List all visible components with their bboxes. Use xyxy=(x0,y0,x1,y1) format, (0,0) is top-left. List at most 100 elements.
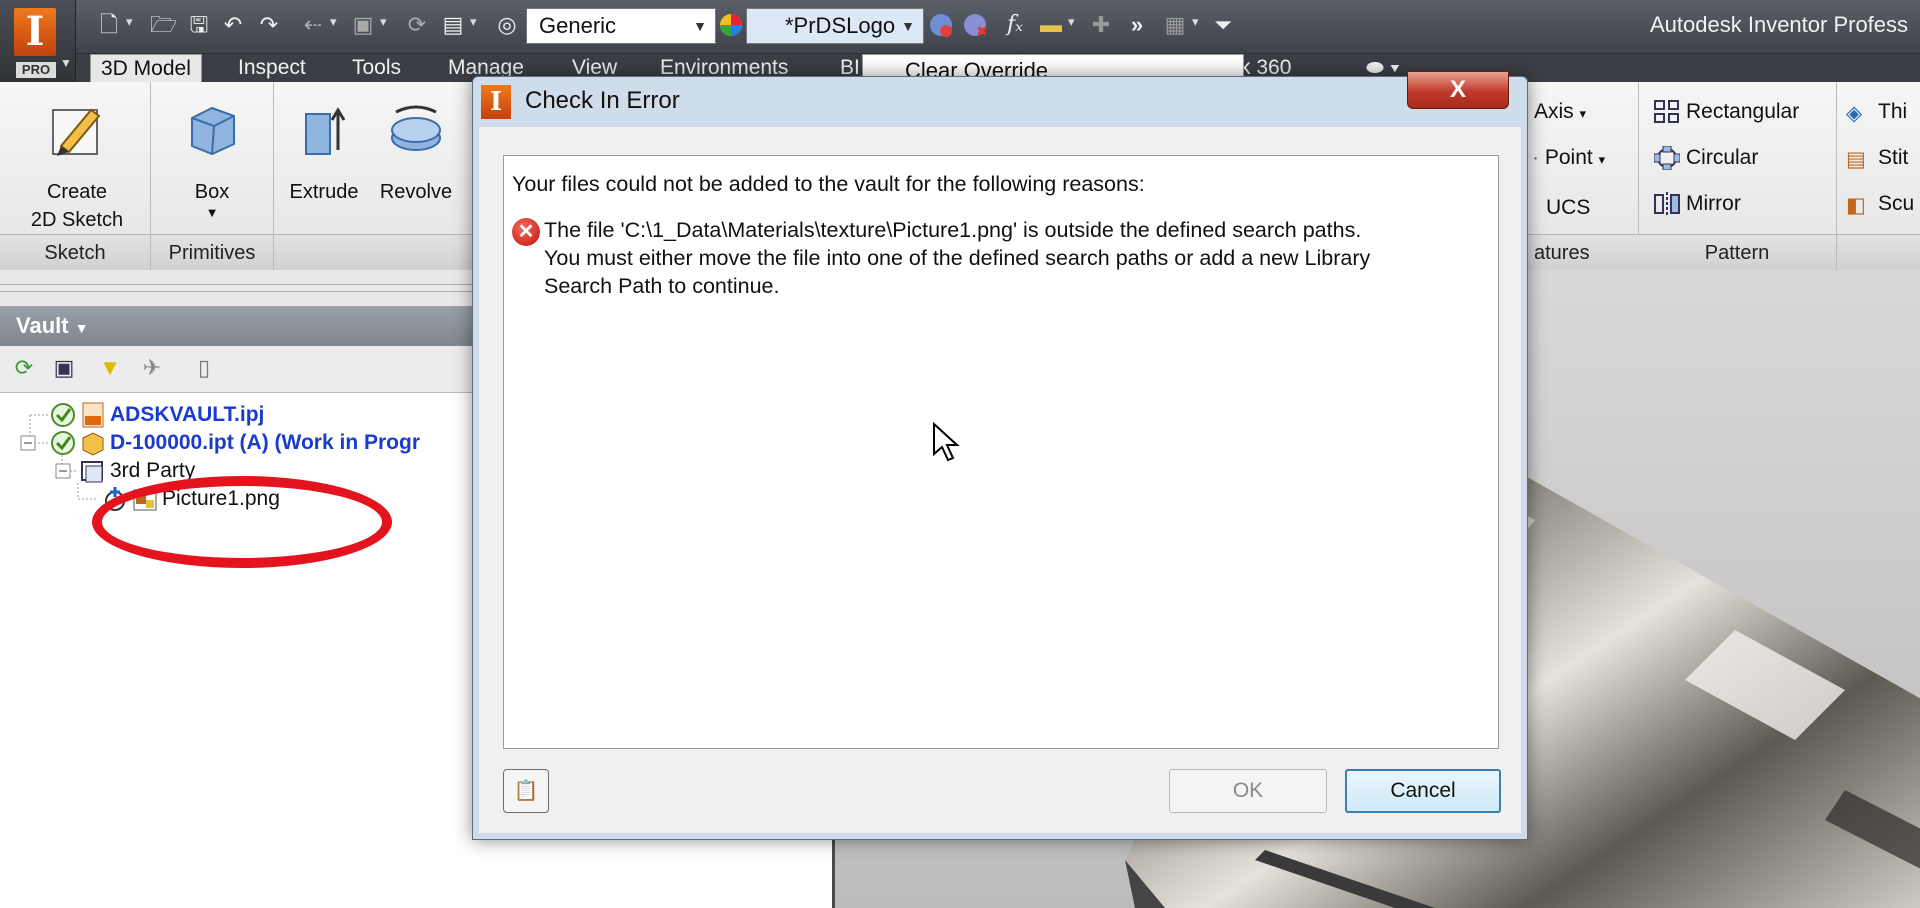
more-icon[interactable]: ⏷ xyxy=(1210,12,1236,38)
revolve-icon xyxy=(391,105,441,151)
chevron-down-icon: ▼ xyxy=(901,18,915,34)
tab-inspect[interactable]: Inspect xyxy=(238,54,306,82)
tree-item-label: 3rd Party xyxy=(110,459,196,482)
select-icon[interactable]: ⇠ xyxy=(300,12,326,38)
ucs-button[interactable]: UCS xyxy=(1546,194,1590,222)
next-icon[interactable]: » xyxy=(1124,12,1150,38)
create-2d-sketch-button[interactable]: Create 2D Sketch xyxy=(14,100,140,234)
grid-icon[interactable]: ▦ xyxy=(1162,12,1188,38)
vault-header-label: Vault xyxy=(16,313,69,338)
app-title: Autodesk Inventor Profess xyxy=(1650,12,1909,37)
error-message-line: Search Path to continue. xyxy=(544,274,780,298)
circular-pattern-button[interactable]: Circular xyxy=(1654,144,1758,172)
save-icon[interactable]: 🖫 xyxy=(186,12,212,38)
tab-3d-model[interactable]: 3D Model xyxy=(90,54,202,82)
return-icon[interactable]: ▣ xyxy=(350,12,376,38)
chevron-down-icon[interactable]: ▾ xyxy=(470,14,477,30)
appearance-dropdown[interactable]: *PrDSLogo ▼ xyxy=(746,8,924,44)
chevron-down-icon: ▼ xyxy=(693,18,707,34)
chevron-down-icon[interactable]: ▾ xyxy=(380,14,387,30)
extrude-label: Extrude xyxy=(289,181,359,203)
tree-item-project[interactable]: ADSKVAULT.ipj xyxy=(50,401,264,429)
stitch-icon: ▤ xyxy=(1846,148,1866,172)
sketch-label-line1: Create xyxy=(46,181,108,203)
clipboard-icon: 📋 xyxy=(513,780,539,802)
copy-to-clipboard-button[interactable]: 📋 xyxy=(503,769,549,813)
chevron-down-icon[interactable]: ▾ xyxy=(1192,14,1199,30)
appearance-color-icon[interactable] xyxy=(718,12,744,38)
cancel-button[interactable]: Cancel xyxy=(1345,769,1501,813)
point-button[interactable]: · Point ▾ xyxy=(1532,144,1605,174)
dialog-title-bar[interactable]: I Check In Error X xyxy=(473,71,1527,127)
stitch-button[interactable]: ▤ Stit xyxy=(1846,144,1908,172)
sculpt-icon: ◧ xyxy=(1846,194,1866,218)
dialog-body: Your files could not be added to the vau… xyxy=(479,127,1521,833)
sculpt-button[interactable]: ◧ Scu xyxy=(1846,190,1914,218)
ucs-label: UCS xyxy=(1546,196,1591,219)
close-button[interactable]: X xyxy=(1407,71,1509,109)
chevron-down-icon[interactable]: ▾ xyxy=(330,14,337,30)
new-file-icon[interactable]: 🗋 xyxy=(96,12,122,38)
chevron-down-icon: ▼ xyxy=(74,320,89,336)
revolve-button[interactable]: Revolve xyxy=(368,100,464,206)
group-pattern-label: Pattern xyxy=(1638,234,1836,270)
extrude-icon xyxy=(305,107,346,155)
sculpt-label: Scu xyxy=(1878,192,1915,215)
update-icon[interactable]: ⟳ xyxy=(404,12,430,38)
material-dropdown[interactable]: Generic ▼ xyxy=(526,8,716,44)
redo-icon[interactable]: ↷ xyxy=(256,12,282,38)
undo-icon[interactable]: ↶ xyxy=(220,12,246,38)
stitch-label: Stit xyxy=(1878,146,1909,169)
rectangular-pattern-button[interactable]: Rectangular xyxy=(1654,98,1799,126)
thicken-button[interactable]: ◈ Thi xyxy=(1846,98,1907,126)
vault-status-check-icon xyxy=(51,403,75,428)
ok-button[interactable]: OK xyxy=(1169,769,1327,813)
inventor-app-icon: I xyxy=(481,85,511,119)
mirror-icon xyxy=(1654,192,1680,217)
pro-badge: PRO xyxy=(16,62,56,78)
sketch-label-line2: 2D Sketch xyxy=(30,209,124,231)
tree-item-part[interactable]: D-100000.ipt (A) (Work in Progr xyxy=(50,429,420,457)
box-label: Box xyxy=(194,181,230,203)
error-icon: ✕ xyxy=(512,218,540,246)
mirror-label: Mirror xyxy=(1686,192,1741,215)
bind-icon[interactable]: ✈ xyxy=(138,354,166,382)
tree-item-label: ADSKVAULT.ipj xyxy=(110,403,265,426)
chevron-down-icon: ▼ xyxy=(205,205,219,220)
chevron-down-icon[interactable]: ▾ xyxy=(126,14,133,30)
fx-icon[interactable]: fₓ xyxy=(1002,12,1028,38)
svg-text:✖: ✖ xyxy=(976,24,988,38)
clear-appearance-icon[interactable]: ✖ xyxy=(962,12,988,40)
open-icon[interactable]: 🗁 xyxy=(150,12,177,38)
project-icon[interactable]: ▤ xyxy=(440,12,466,38)
adjust-appearance-icon[interactable] xyxy=(928,12,954,38)
refresh-icon[interactable]: ⟳ xyxy=(10,354,38,382)
error-message-line: The file 'C:\1_Data\Materials\texture\Pi… xyxy=(544,218,1362,242)
mouse-cursor-icon xyxy=(933,422,960,462)
application-menu-button[interactable]: I PRO ▼ xyxy=(0,0,76,82)
check-in-icon[interactable]: ▣ xyxy=(50,354,78,382)
chevron-down-icon: ▾ xyxy=(1598,152,1606,167)
close-icon: X xyxy=(1449,76,1466,103)
chevron-down-icon[interactable]: ▾ xyxy=(1068,14,1075,30)
tab-tools[interactable]: Tools xyxy=(352,54,401,82)
chevron-down-icon: ▼ xyxy=(60,56,72,70)
cross-icon[interactable]: ✚ xyxy=(1088,12,1114,38)
group-sketch-label: Sketch xyxy=(0,234,150,270)
measure-icon[interactable]: ▬ xyxy=(1038,12,1064,38)
properties-icon[interactable]: ▯ xyxy=(190,354,218,382)
chevron-down-icon: ▾ xyxy=(1579,106,1587,121)
message-heading: Your files could not be added to the vau… xyxy=(512,172,1145,196)
mirror-button[interactable]: Mirror xyxy=(1654,190,1741,218)
dialog-title: Check In Error xyxy=(525,87,680,114)
axis-button[interactable]: Axis ▾ xyxy=(1534,98,1586,128)
material-icon[interactable]: ◎ xyxy=(494,12,520,38)
circular-pattern-icon xyxy=(1654,146,1680,171)
thicken-icon: ◈ xyxy=(1846,102,1863,126)
rectangular-label: Rectangular xyxy=(1686,100,1800,123)
box-primitive-button[interactable]: Box ▼ xyxy=(170,100,254,220)
message-box: Your files could not be added to the vau… xyxy=(503,155,1499,749)
revolve-label: Revolve xyxy=(379,181,453,203)
extrude-button[interactable]: Extrude xyxy=(282,100,366,206)
filter-icon[interactable]: ▼ xyxy=(96,354,124,382)
